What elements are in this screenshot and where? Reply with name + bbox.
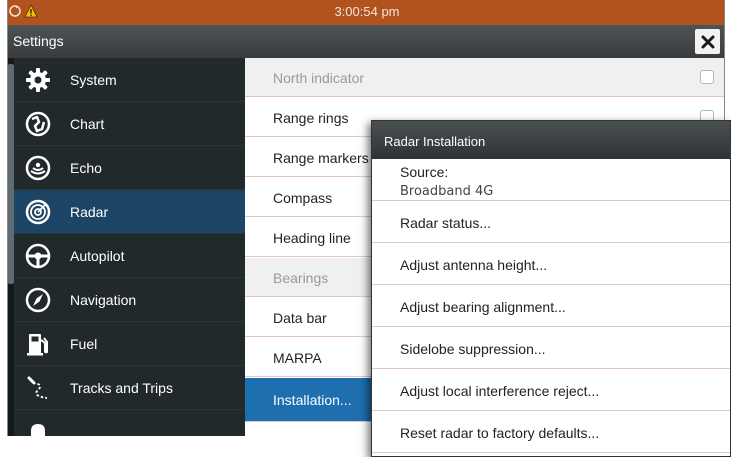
dialog-title-bar: Radar Installation — [372, 121, 730, 159]
option-label: Data bar — [273, 310, 327, 326]
dialog-item-label: Sidelobe suppression... — [400, 341, 546, 357]
north-indicator-checkbox[interactable] — [700, 70, 714, 84]
sidebar-item-label: Fuel — [70, 336, 98, 352]
sidebar-item-radar[interactable]: Radar — [14, 190, 245, 234]
source-label: Source: — [400, 164, 449, 180]
clock: 3:00:54 pm — [334, 4, 400, 19]
dialog-item-label: Adjust local interference reject... — [400, 383, 600, 399]
sidebar-item-label: Autopilot — [70, 248, 125, 264]
dialog-item-label: Adjust bearing alignment... — [400, 299, 566, 315]
sidebar-item-label: Navigation — [70, 292, 137, 308]
dialog-item-sidelobe-suppression[interactable]: Sidelobe suppression... — [372, 327, 730, 369]
status-bar: 3:00:54 pm — [8, 0, 724, 25]
option-label: North indicator — [273, 70, 365, 86]
sidebar-item-echo[interactable]: Echo — [14, 146, 245, 190]
sidebar-item-fuel[interactable]: Fuel — [14, 322, 245, 366]
dialog-title: Radar Installation — [384, 134, 486, 149]
sidebar-item-label: Chart — [70, 116, 105, 132]
option-label: Compass — [273, 190, 333, 206]
dialog-item-adjust-local-interference-reject[interactable]: Adjust local interference reject... — [372, 369, 730, 411]
fuel-icon — [27, 334, 48, 356]
page-title: Settings — [13, 33, 64, 49]
echo-icon — [25, 155, 51, 181]
option-label: Range markers — [273, 150, 369, 166]
gear-icon — [26, 68, 50, 92]
alarms-icon — [31, 424, 45, 436]
dialog-item-source[interactable]: Source: Broadband 4G — [372, 159, 730, 201]
dialog-item-reset-radar[interactable]: Reset radar to factory defaults... — [372, 411, 730, 453]
sidebar-item-tracks-and-trips[interactable]: Tracks and Trips — [14, 366, 245, 410]
dialog-item-radar-status[interactable]: Radar status... — [372, 201, 730, 243]
sidebar-item-alarms[interactable] — [14, 410, 245, 436]
dialog-item-label: Radar status... — [400, 215, 492, 231]
dialog-item-label: Adjust antenna height... — [400, 257, 548, 273]
title-bar: Settings — [8, 25, 724, 58]
option-label: Heading line — [273, 230, 351, 246]
sidebar-item-label: Radar — [70, 204, 109, 220]
option-label: Range rings — [273, 110, 349, 126]
dialog-item-adjust-antenna-height[interactable]: Adjust antenna height... — [372, 243, 730, 285]
dialog-item-label: Reset radar to factory defaults... — [400, 425, 600, 441]
compass-icon — [25, 287, 51, 313]
radar-installation-dialog: Radar Installation Source: Broadband 4G … — [371, 120, 731, 457]
sidebar-item-chart[interactable]: Chart — [14, 102, 245, 146]
sidebar-item-label: System — [70, 72, 117, 88]
dialog-item-adjust-bearing-alignment[interactable]: Adjust bearing alignment... — [372, 285, 730, 327]
sidebar-item-system[interactable]: System — [14, 58, 245, 102]
option-label: MARPA — [273, 350, 322, 366]
close-icon — [701, 35, 714, 48]
option-north-indicator[interactable]: North indicator — [245, 58, 724, 97]
source-value: Broadband 4G — [400, 184, 494, 199]
sidebar-item-autopilot[interactable]: Autopilot — [14, 234, 245, 278]
close-button[interactable] — [695, 29, 720, 54]
sidebar-item-label: Tracks and Trips — [70, 380, 173, 396]
tracks-icon — [27, 376, 48, 399]
settings-sidebar: System Chart Echo Radar Autopilot Naviga… — [8, 58, 245, 436]
option-label: Bearings — [273, 270, 329, 286]
option-label: Installation... — [273, 392, 352, 408]
chart-icon — [25, 111, 51, 137]
sidebar-item-navigation[interactable]: Navigation — [14, 278, 245, 322]
autopilot-icon — [25, 243, 51, 269]
sidebar-item-label: Echo — [70, 160, 102, 176]
radar-icon — [25, 199, 51, 225]
